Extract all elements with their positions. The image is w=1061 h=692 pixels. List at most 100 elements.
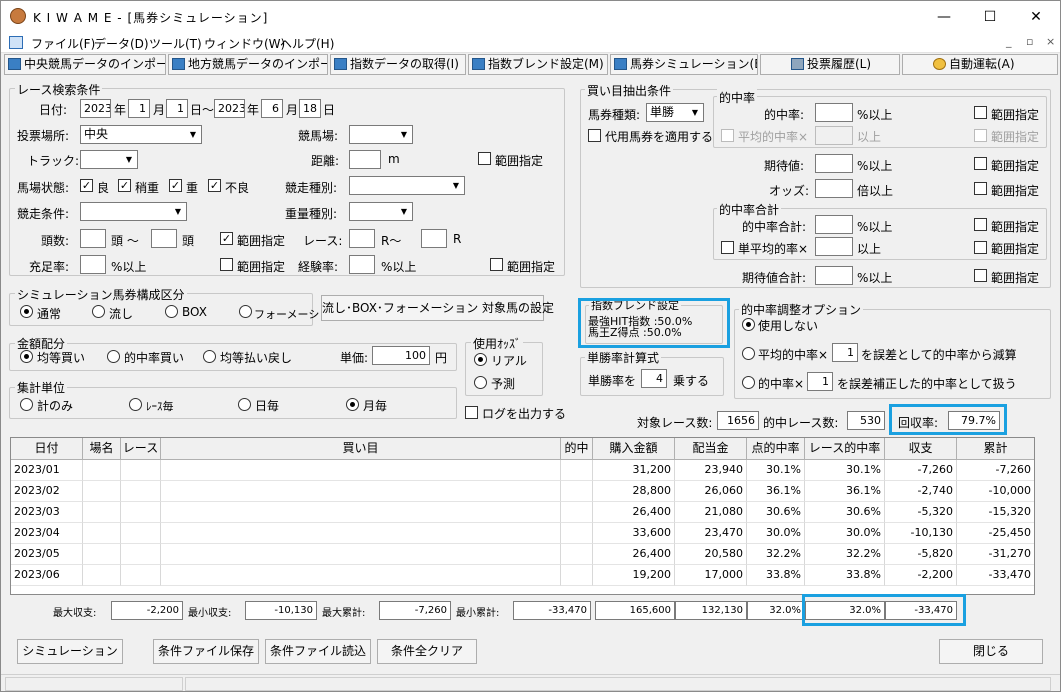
- close-button[interactable]: 閉じる: [939, 639, 1043, 664]
- column-header[interactable]: 累計: [957, 438, 1034, 460]
- adjust-correct-input[interactable]: 1: [807, 372, 833, 391]
- import-local-button[interactable]: 地方競馬データのインポート(N): [168, 54, 328, 75]
- race-max-input[interactable]: [421, 229, 447, 248]
- load-conditions-button[interactable]: 条件ファイル読込: [265, 639, 371, 664]
- column-header[interactable]: 収支: [885, 438, 957, 460]
- mdi-close-button[interactable]: ×: [1046, 35, 1055, 48]
- race-condition-select[interactable]: ▼: [80, 202, 187, 221]
- mdi-minimize-button[interactable]: _: [1006, 35, 1012, 48]
- column-header[interactable]: 点的中率: [747, 438, 805, 460]
- course-select[interactable]: ▼: [349, 125, 413, 144]
- odds-real-radio[interactable]: [474, 353, 487, 366]
- odds-forecast-radio[interactable]: [474, 376, 487, 389]
- single-avg-input[interactable]: [815, 237, 853, 256]
- odds-range-checkbox[interactable]: [974, 182, 987, 195]
- adjust-correct-radio[interactable]: [742, 376, 755, 389]
- target-horse-setting-button[interactable]: 流し･BOX･フォーメーション 対象馬の設定: [321, 295, 554, 321]
- heads-max-input[interactable]: [151, 229, 177, 248]
- to-year-input[interactable]: 2023: [214, 99, 245, 118]
- agg-race-radio[interactable]: [129, 398, 142, 411]
- expect-sum-input[interactable]: [815, 266, 853, 285]
- single-avg-checkbox[interactable]: [721, 241, 734, 254]
- column-header[interactable]: レース: [121, 438, 161, 460]
- vote-history-button[interactable]: 投票履歴(L): [760, 54, 900, 75]
- hit-sum-range-checkbox[interactable]: [974, 218, 987, 231]
- avg-hit-input[interactable]: [815, 126, 853, 145]
- proxy-ticket-checkbox[interactable]: [588, 129, 601, 142]
- avg-hit-checkbox[interactable]: [721, 129, 734, 142]
- hit-rate-buy-radio[interactable]: [107, 350, 120, 363]
- race-min-input[interactable]: [349, 229, 375, 248]
- avg-hit-range-checkbox[interactable]: [974, 129, 987, 142]
- race-type-select[interactable]: ▼: [349, 176, 465, 195]
- agg-total-radio[interactable]: [20, 398, 33, 411]
- ticket-type-select[interactable]: 単勝 ▼: [646, 103, 704, 122]
- fill-rate-input[interactable]: [80, 255, 106, 274]
- experience-input[interactable]: [349, 255, 375, 274]
- menu-tools[interactable]: ツール(T): [149, 35, 202, 52]
- hit-rate-input[interactable]: [815, 103, 853, 122]
- column-header[interactable]: 購入金額: [593, 438, 675, 460]
- import-central-button[interactable]: 中央競馬データのインポート(J): [4, 54, 166, 75]
- expect-input[interactable]: [815, 154, 853, 173]
- experience-range-checkbox[interactable]: [490, 258, 503, 271]
- from-day-input[interactable]: 1: [166, 99, 188, 118]
- cond-heavy-checkbox[interactable]: ✓: [169, 179, 182, 192]
- fill-range-checkbox[interactable]: [220, 258, 233, 271]
- equal-payback-radio[interactable]: [203, 350, 216, 363]
- from-month-input[interactable]: 1: [128, 99, 150, 118]
- distance-range-checkbox[interactable]: [478, 152, 491, 165]
- results-table[interactable]: 日付 場名 レース 買い目 的中 購入金額 配当金 点的中率 レース的中率 収支…: [10, 437, 1035, 595]
- sim-normal-radio[interactable]: [20, 305, 33, 318]
- menu-data[interactable]: データ(D): [94, 35, 149, 52]
- odds-filter-input[interactable]: [815, 179, 853, 198]
- column-header[interactable]: 場名: [83, 438, 121, 460]
- single-avg-range-checkbox[interactable]: [974, 241, 987, 254]
- index-blend-button[interactable]: 指数ブレンド設定(M): [468, 54, 608, 75]
- column-header[interactable]: 買い目: [161, 438, 561, 460]
- auto-run-button[interactable]: 自動運転(A): [902, 54, 1058, 75]
- output-log-checkbox[interactable]: [465, 406, 478, 419]
- to-month-input[interactable]: 6: [261, 99, 283, 118]
- adjust-subtract-radio[interactable]: [742, 347, 755, 360]
- to-day-input[interactable]: 18: [299, 99, 321, 118]
- hit-sum-input[interactable]: [815, 215, 853, 234]
- heads-range-checkbox[interactable]: ✓: [220, 232, 233, 245]
- clear-conditions-button[interactable]: 条件全クリア: [377, 639, 477, 664]
- mdi-window-icon[interactable]: [9, 36, 23, 49]
- column-header[interactable]: レース的中率: [805, 438, 885, 460]
- equal-buy-radio[interactable]: [20, 350, 33, 363]
- fetch-index-button[interactable]: 指数データの取得(I): [330, 54, 466, 75]
- sim-box-radio[interactable]: [165, 305, 178, 318]
- column-header[interactable]: 配当金: [675, 438, 747, 460]
- menu-help[interactable]: ヘルプ(H): [280, 35, 334, 52]
- track-select[interactable]: ▼: [80, 150, 138, 169]
- cond-good-checkbox[interactable]: ✓: [80, 179, 93, 192]
- sim-nagashi-radio[interactable]: [92, 305, 105, 318]
- ticket-simulation-button[interactable]: 馬券シミュレーション(B): [610, 54, 758, 75]
- adjust-none-radio[interactable]: [742, 318, 755, 331]
- sim-formation-radio[interactable]: [239, 305, 252, 318]
- simulation-button[interactable]: シミュレーション: [17, 639, 123, 664]
- from-year-input[interactable]: 2023: [80, 99, 111, 118]
- heads-min-input[interactable]: [80, 229, 106, 248]
- cond-bad-checkbox[interactable]: ✓: [208, 179, 221, 192]
- venue-select[interactable]: 中央 ▼: [80, 125, 202, 144]
- weight-type-select[interactable]: ▼: [349, 202, 413, 221]
- formula-power-input[interactable]: 4: [641, 369, 667, 388]
- cond-slightly-checkbox[interactable]: ✓: [118, 179, 131, 192]
- mdi-restore-button[interactable]: ▫: [1026, 35, 1033, 48]
- adjust-subtract-input[interactable]: 1: [832, 343, 858, 362]
- agg-month-radio[interactable]: [346, 398, 359, 411]
- distance-input[interactable]: [349, 150, 381, 169]
- menu-file[interactable]: ファイル(F): [31, 35, 95, 52]
- menu-window[interactable]: ウィンドウ(W): [204, 35, 285, 52]
- agg-day-radio[interactable]: [238, 398, 251, 411]
- expect-sum-range-checkbox[interactable]: [974, 269, 987, 282]
- close-window-button[interactable]: ✕: [1013, 1, 1059, 33]
- column-header[interactable]: 的中: [561, 438, 593, 460]
- save-conditions-button[interactable]: 条件ファイル保存: [153, 639, 259, 664]
- maximize-button[interactable]: ☐: [967, 1, 1013, 33]
- minimize-button[interactable]: —: [921, 1, 967, 33]
- unit-price-input[interactable]: 100: [372, 346, 430, 365]
